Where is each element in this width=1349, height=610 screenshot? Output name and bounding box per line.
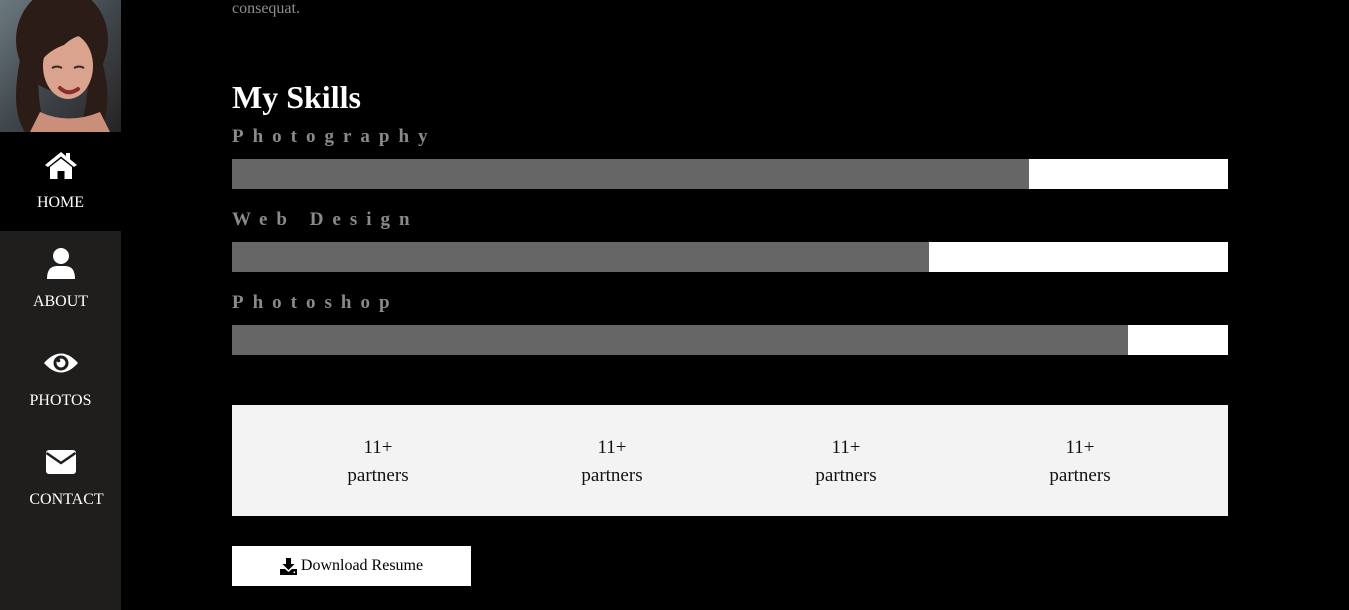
skill-bar-web-design bbox=[232, 242, 1228, 272]
skill-label-photography: Photography bbox=[232, 126, 437, 147]
nav-label-home: HOME bbox=[36, 194, 85, 211]
skill-bar-fill bbox=[232, 325, 1129, 355]
stat-item: 11+ partners bbox=[729, 405, 963, 516]
download-resume-label: Download Resume bbox=[300, 557, 424, 574]
stat-item: 11+ partners bbox=[261, 405, 495, 516]
nav-label-contact: CONTACT bbox=[29, 491, 104, 508]
nav-item-photos[interactable]: PHOTOS bbox=[0, 330, 121, 429]
avatar bbox=[0, 0, 121, 132]
stat-item: 11+ partners bbox=[963, 405, 1197, 516]
nav-label-about: ABOUT bbox=[32, 293, 89, 310]
sidebar: HOME ABOUT PHOTOS CONTACT bbox=[0, 0, 121, 610]
user-icon bbox=[0, 247, 121, 281]
stat-label: partners bbox=[347, 465, 409, 486]
download-resume-button[interactable]: Download Resume bbox=[232, 546, 471, 586]
skill-bar-photography bbox=[232, 159, 1228, 189]
stat-label: partners bbox=[1049, 465, 1111, 486]
skill-bar-photoshop bbox=[232, 325, 1228, 355]
stat-value: 11+ bbox=[363, 437, 393, 458]
nav-item-about[interactable]: ABOUT bbox=[0, 231, 121, 330]
stat-label: partners bbox=[815, 465, 877, 486]
skill-label-photoshop: Photoshop bbox=[232, 292, 399, 313]
stat-label: partners bbox=[581, 465, 643, 486]
skills-title: My Skills bbox=[232, 79, 361, 115]
stat-item: 11+ partners bbox=[495, 405, 729, 516]
nav-label-photos: PHOTOS bbox=[29, 392, 92, 409]
envelope-icon bbox=[0, 445, 121, 479]
nav-item-home[interactable]: HOME bbox=[0, 132, 121, 231]
stat-value: 11+ bbox=[597, 437, 627, 458]
stat-value: 11+ bbox=[1065, 437, 1095, 458]
nav-item-contact[interactable]: CONTACT bbox=[0, 429, 121, 528]
home-icon bbox=[0, 148, 121, 182]
skill-bar-fill bbox=[232, 242, 930, 272]
stats-panel: 11+ partners 11+ partners 11+ partners 1… bbox=[232, 405, 1228, 516]
download-icon bbox=[279, 557, 297, 575]
skill-bar-fill bbox=[232, 159, 1029, 189]
stat-value: 11+ bbox=[831, 437, 861, 458]
skill-label-web-design: Web Design bbox=[232, 209, 419, 230]
about-text: consequat. bbox=[232, 0, 300, 17]
eye-icon bbox=[0, 346, 121, 380]
